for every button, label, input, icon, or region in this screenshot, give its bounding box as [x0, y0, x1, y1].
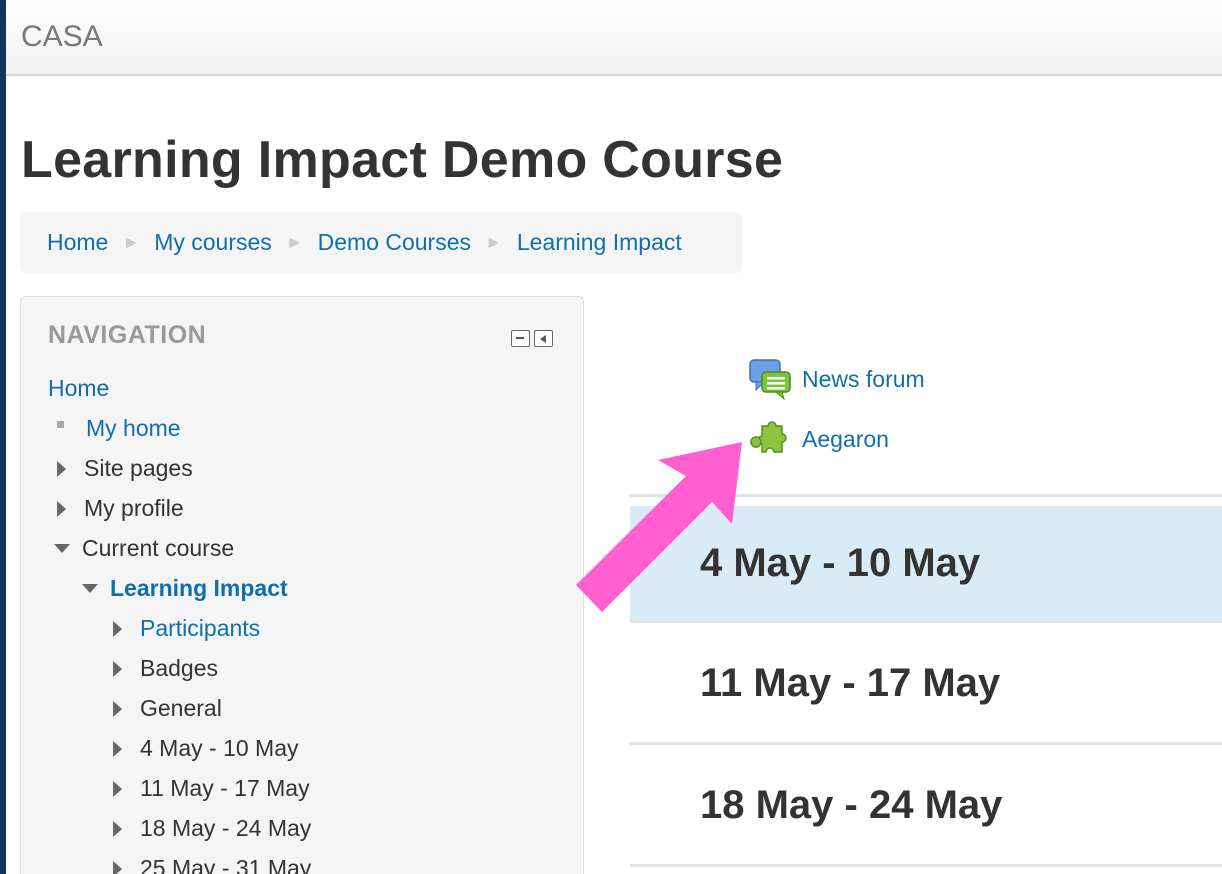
- expand-icon: [113, 820, 122, 837]
- activity-link[interactable]: Aegaron: [802, 426, 889, 453]
- bullet-icon: [57, 421, 64, 428]
- expand-icon: [57, 460, 66, 477]
- nav-item-label: General: [140, 695, 222, 721]
- nav-item-badges[interactable]: Badges: [113, 655, 218, 682]
- block-controls: [511, 330, 553, 347]
- expand-icon: [113, 740, 122, 757]
- top-navbar: CASA: [6, 0, 1222, 76]
- navigation-block-title: NAVIGATION: [48, 321, 207, 349]
- collapse-icon: [54, 544, 70, 553]
- nav-item-label: 18 May - 24 May: [140, 815, 312, 841]
- nav-item-week-1[interactable]: 4 May - 10 May: [113, 735, 299, 762]
- section-divider: [630, 742, 1222, 745]
- page-title: Learning Impact Demo Course: [21, 131, 784, 189]
- breadcrumb-separator-icon: ►: [285, 232, 304, 252]
- nav-item-label: Learning Impact: [110, 575, 288, 601]
- nav-item-week-2[interactable]: 11 May - 17 May: [113, 775, 310, 802]
- section-divider: [630, 864, 1222, 867]
- nav-item-participants[interactable]: Participants: [113, 615, 260, 642]
- nav-item-home[interactable]: Home: [48, 375, 109, 402]
- annotation-arrow-icon: [576, 442, 742, 612]
- section-week-2: 11 May - 17 May: [630, 626, 1222, 741]
- page: CASA Learning Impact Demo Course Home ► …: [6, 0, 1222, 874]
- nav-item-learning-impact[interactable]: Learning Impact: [82, 575, 288, 602]
- nav-item-my-home[interactable]: My home: [57, 415, 181, 442]
- breadcrumb: Home ► My courses ► Demo Courses ► Learn…: [20, 212, 742, 273]
- nav-item-label: My profile: [84, 495, 184, 521]
- expand-icon: [113, 660, 122, 677]
- nav-item-label: Participants: [140, 615, 261, 641]
- nav-item-label: My home: [86, 415, 181, 441]
- site-brand-link[interactable]: CASA: [21, 20, 103, 54]
- nav-item-week-3[interactable]: 18 May - 24 May: [113, 815, 311, 842]
- activity-news-forum[interactable]: News forum: [748, 358, 925, 400]
- activity-aegaron[interactable]: Aegaron: [748, 418, 889, 460]
- nav-item-label: 25 May - 31 May: [140, 855, 312, 874]
- breadcrumb-separator-icon: ►: [122, 232, 141, 252]
- breadcrumb-demo-courses[interactable]: Demo Courses: [318, 229, 471, 256]
- section-week-3: 18 May - 24 May: [630, 748, 1222, 863]
- nav-item-label: Badges: [140, 655, 219, 681]
- nav-item-label: 11 May - 17 May: [140, 775, 310, 801]
- nav-item-label: Home: [48, 375, 110, 401]
- navigation-block: NAVIGATION Home My home Site pages My pr…: [20, 296, 584, 874]
- nav-item-general[interactable]: General: [113, 695, 222, 722]
- nav-item-week-4[interactable]: 25 May - 31 May: [113, 855, 311, 874]
- section-title[interactable]: 18 May - 24 May: [700, 783, 1002, 828]
- expand-icon: [113, 860, 122, 874]
- breadcrumb-separator-icon: ►: [485, 232, 503, 252]
- nav-item-label: Current course: [82, 535, 235, 561]
- minimize-block-icon[interactable]: [511, 330, 530, 347]
- expand-icon: [57, 500, 66, 517]
- dock-block-icon[interactable]: [534, 330, 553, 347]
- activity-link[interactable]: News forum: [802, 366, 925, 393]
- breadcrumb-learning-impact[interactable]: Learning Impact: [517, 229, 682, 256]
- nav-item-current-course[interactable]: Current course: [54, 535, 234, 562]
- expand-icon: [113, 700, 122, 717]
- section-title[interactable]: 11 May - 17 May: [700, 661, 1000, 706]
- expand-icon: [113, 780, 122, 797]
- nav-item-label: 4 May - 10 May: [140, 735, 299, 761]
- expand-icon: [113, 620, 122, 637]
- nav-item-label: Site pages: [84, 455, 193, 481]
- forum-icon: [749, 359, 791, 400]
- nav-item-site-pages[interactable]: Site pages: [57, 455, 193, 482]
- collapse-icon: [82, 584, 98, 593]
- breadcrumb-home[interactable]: Home: [47, 229, 108, 256]
- nav-item-my-profile[interactable]: My profile: [57, 495, 184, 522]
- breadcrumb-my-courses[interactable]: My courses: [154, 229, 272, 256]
